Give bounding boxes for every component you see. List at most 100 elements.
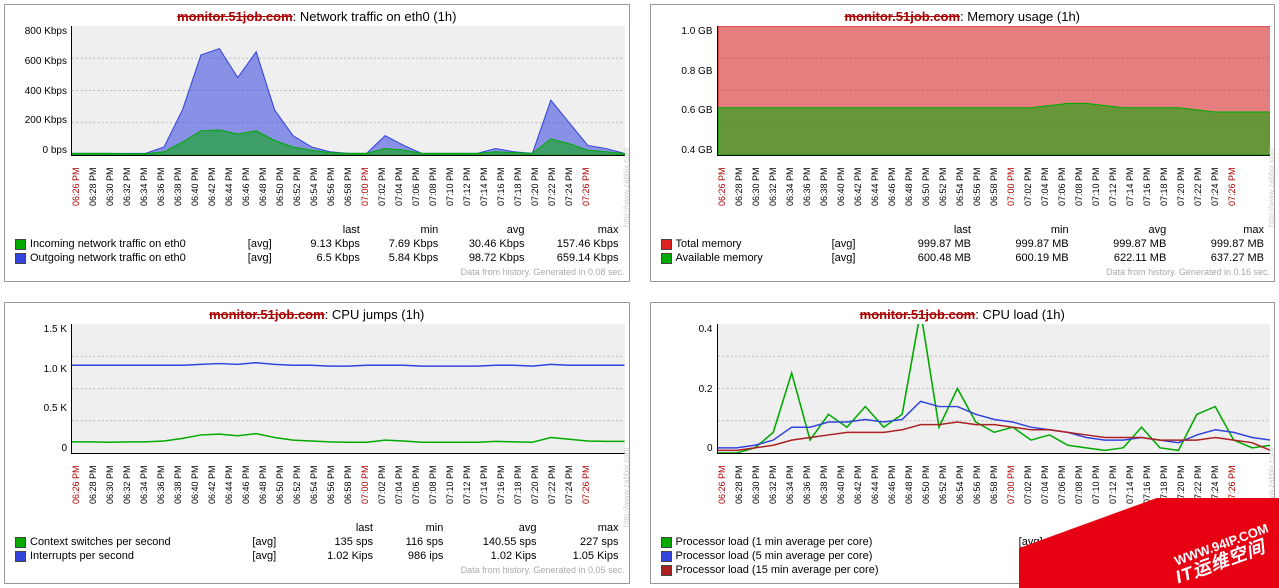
x-tick: 06:58 PM xyxy=(343,487,353,504)
x-tick: 06:36 PM xyxy=(156,487,166,504)
x-tick: 06:32 PM xyxy=(122,487,132,504)
x-tick: 06:50 PM xyxy=(921,189,931,206)
x-tick: 07:00 PM xyxy=(360,487,370,504)
panel-title: monitor.51job.com: CPU load (1h) xyxy=(655,307,1271,322)
y-tick: 0 bps xyxy=(9,145,67,156)
chart-title: CPU jumps (1h) xyxy=(332,307,424,322)
chart-title: Memory usage (1h) xyxy=(967,9,1080,24)
x-tick: 06:48 PM xyxy=(258,189,268,206)
x-tick: 06:38 PM xyxy=(819,487,829,504)
x-tick: 07:20 PM xyxy=(530,189,540,206)
chart-svg xyxy=(718,26,1271,155)
y-axis: 0.4 0.2 0 xyxy=(655,324,717,454)
x-tick: 07:02 PM xyxy=(377,189,387,206)
legend-row: Incoming network traffic on eth0[avg]9.1… xyxy=(9,237,625,251)
x-tick: 07:18 PM xyxy=(513,487,523,504)
y-tick: 0.4 xyxy=(655,324,713,335)
x-tick: 07:08 PM xyxy=(1074,189,1084,206)
x-tick: 07:08 PM xyxy=(428,487,438,504)
x-tick: 06:28 PM xyxy=(88,189,98,206)
y-tick: 400 Kbps xyxy=(9,86,67,97)
x-tick: 07:10 PM xyxy=(445,189,455,206)
x-tick: 06:48 PM xyxy=(904,189,914,206)
y-tick: 0 xyxy=(655,443,713,454)
x-tick: 07:12 PM xyxy=(462,189,472,206)
x-tick: 06:58 PM xyxy=(343,189,353,206)
x-tick: 06:44 PM xyxy=(224,189,234,206)
footer-text: Data from history. Generated in 0.08 sec… xyxy=(9,267,625,277)
zabbix-logo: http://www.zabbix.com xyxy=(622,148,631,228)
x-tick: 07:02 PM xyxy=(1023,189,1033,206)
chart-svg xyxy=(72,26,625,155)
panel-network: monitor.51job.com: Network traffic on et… xyxy=(4,4,630,282)
x-tick: 07:18 PM xyxy=(1159,189,1169,206)
y-tick: 1.0 K xyxy=(9,364,67,375)
legend-row: Outgoing network traffic on eth0[avg]6.5… xyxy=(9,251,625,265)
x-tick: 07:22 PM xyxy=(547,189,557,206)
x-tick: 07:06 PM xyxy=(411,189,421,206)
panel-memory: monitor.51job.com: Memory usage (1h) 1.0… xyxy=(650,4,1276,282)
panel-title: monitor.51job.com: Network traffic on et… xyxy=(9,9,625,24)
chart-svg xyxy=(718,324,1271,453)
plot-area xyxy=(717,26,1271,156)
x-tick: 06:32 PM xyxy=(122,189,132,206)
legend-row: Context switches per second[avg]135 sps1… xyxy=(9,535,625,549)
x-tick: 06:46 PM xyxy=(887,487,897,504)
x-tick: 07:12 PM xyxy=(1108,189,1118,206)
x-tick: 06:52 PM xyxy=(938,189,948,206)
x-tick: 06:30 PM xyxy=(751,189,761,206)
y-axis: 1.5 K1.0 K0.5 K0 xyxy=(9,324,71,454)
plot-area xyxy=(71,26,625,156)
watermark: WWW.94IP.COM IT运维空间 xyxy=(1019,498,1279,588)
x-tick: 06:34 PM xyxy=(139,189,149,206)
x-tick: 07:04 PM xyxy=(394,189,404,206)
x-tick: 06:54 PM xyxy=(309,487,319,504)
x-tick: 06:42 PM xyxy=(853,189,863,206)
x-tick: 07:20 PM xyxy=(1176,189,1186,206)
y-tick: 0 xyxy=(9,443,67,454)
x-tick: 06:58 PM xyxy=(989,189,999,206)
x-tick: 06:34 PM xyxy=(785,487,795,504)
y-tick: 0.2 xyxy=(655,384,713,395)
x-tick: 06:50 PM xyxy=(275,189,285,206)
x-axis: 06:26 PM06:28 PM06:30 PM06:32 PM06:34 PM… xyxy=(71,158,611,168)
x-tick: 06:40 PM xyxy=(836,487,846,504)
x-tick: 07:14 PM xyxy=(1125,189,1135,206)
x-tick: 07:26 PM xyxy=(1227,189,1237,206)
x-tick: 07:24 PM xyxy=(1210,189,1220,206)
x-tick: 06:42 PM xyxy=(853,487,863,504)
legend: lastminavgmaxTotal memory[avg]999.87 MB9… xyxy=(655,223,1271,265)
zabbix-logo: http://www.zabbix.com xyxy=(1268,148,1277,228)
x-tick: 07:04 PM xyxy=(1040,189,1050,206)
x-tick: 06:46 PM xyxy=(241,189,251,206)
x-tick: 06:26 PM xyxy=(717,189,727,206)
x-tick: 07:10 PM xyxy=(1091,189,1101,206)
x-tick: 06:58 PM xyxy=(989,487,999,504)
x-tick: 06:52 PM xyxy=(292,189,302,206)
x-tick: 07:16 PM xyxy=(1142,189,1152,206)
y-axis: 1.0 GB0.8 GB0.6 GB0.4 GB xyxy=(655,26,717,156)
x-tick: 06:38 PM xyxy=(173,189,183,206)
plot-area xyxy=(71,324,625,454)
x-tick: 07:12 PM xyxy=(462,487,472,504)
x-tick: 06:32 PM xyxy=(768,487,778,504)
x-tick: 06:32 PM xyxy=(768,189,778,206)
y-tick: 800 Kbps xyxy=(9,26,67,37)
x-tick: 06:26 PM xyxy=(71,487,81,504)
x-tick: 06:54 PM xyxy=(955,189,965,206)
x-tick: 06:52 PM xyxy=(292,487,302,504)
x-tick: 06:42 PM xyxy=(207,487,217,504)
x-tick: 06:40 PM xyxy=(836,189,846,206)
host-label: monitor.51job.com xyxy=(209,307,325,322)
x-tick: 06:44 PM xyxy=(870,189,880,206)
x-tick: 06:44 PM xyxy=(870,487,880,504)
legend: lastminavgmaxContext switches per second… xyxy=(9,521,625,563)
x-tick: 06:56 PM xyxy=(326,487,336,504)
x-tick: 06:50 PM xyxy=(921,487,931,504)
x-tick: 07:14 PM xyxy=(479,487,489,504)
host-label: monitor.51job.com xyxy=(177,9,293,24)
plot-area xyxy=(717,324,1271,454)
x-tick: 07:20 PM xyxy=(530,487,540,504)
x-tick: 07:22 PM xyxy=(547,487,557,504)
x-tick: 06:44 PM xyxy=(224,487,234,504)
